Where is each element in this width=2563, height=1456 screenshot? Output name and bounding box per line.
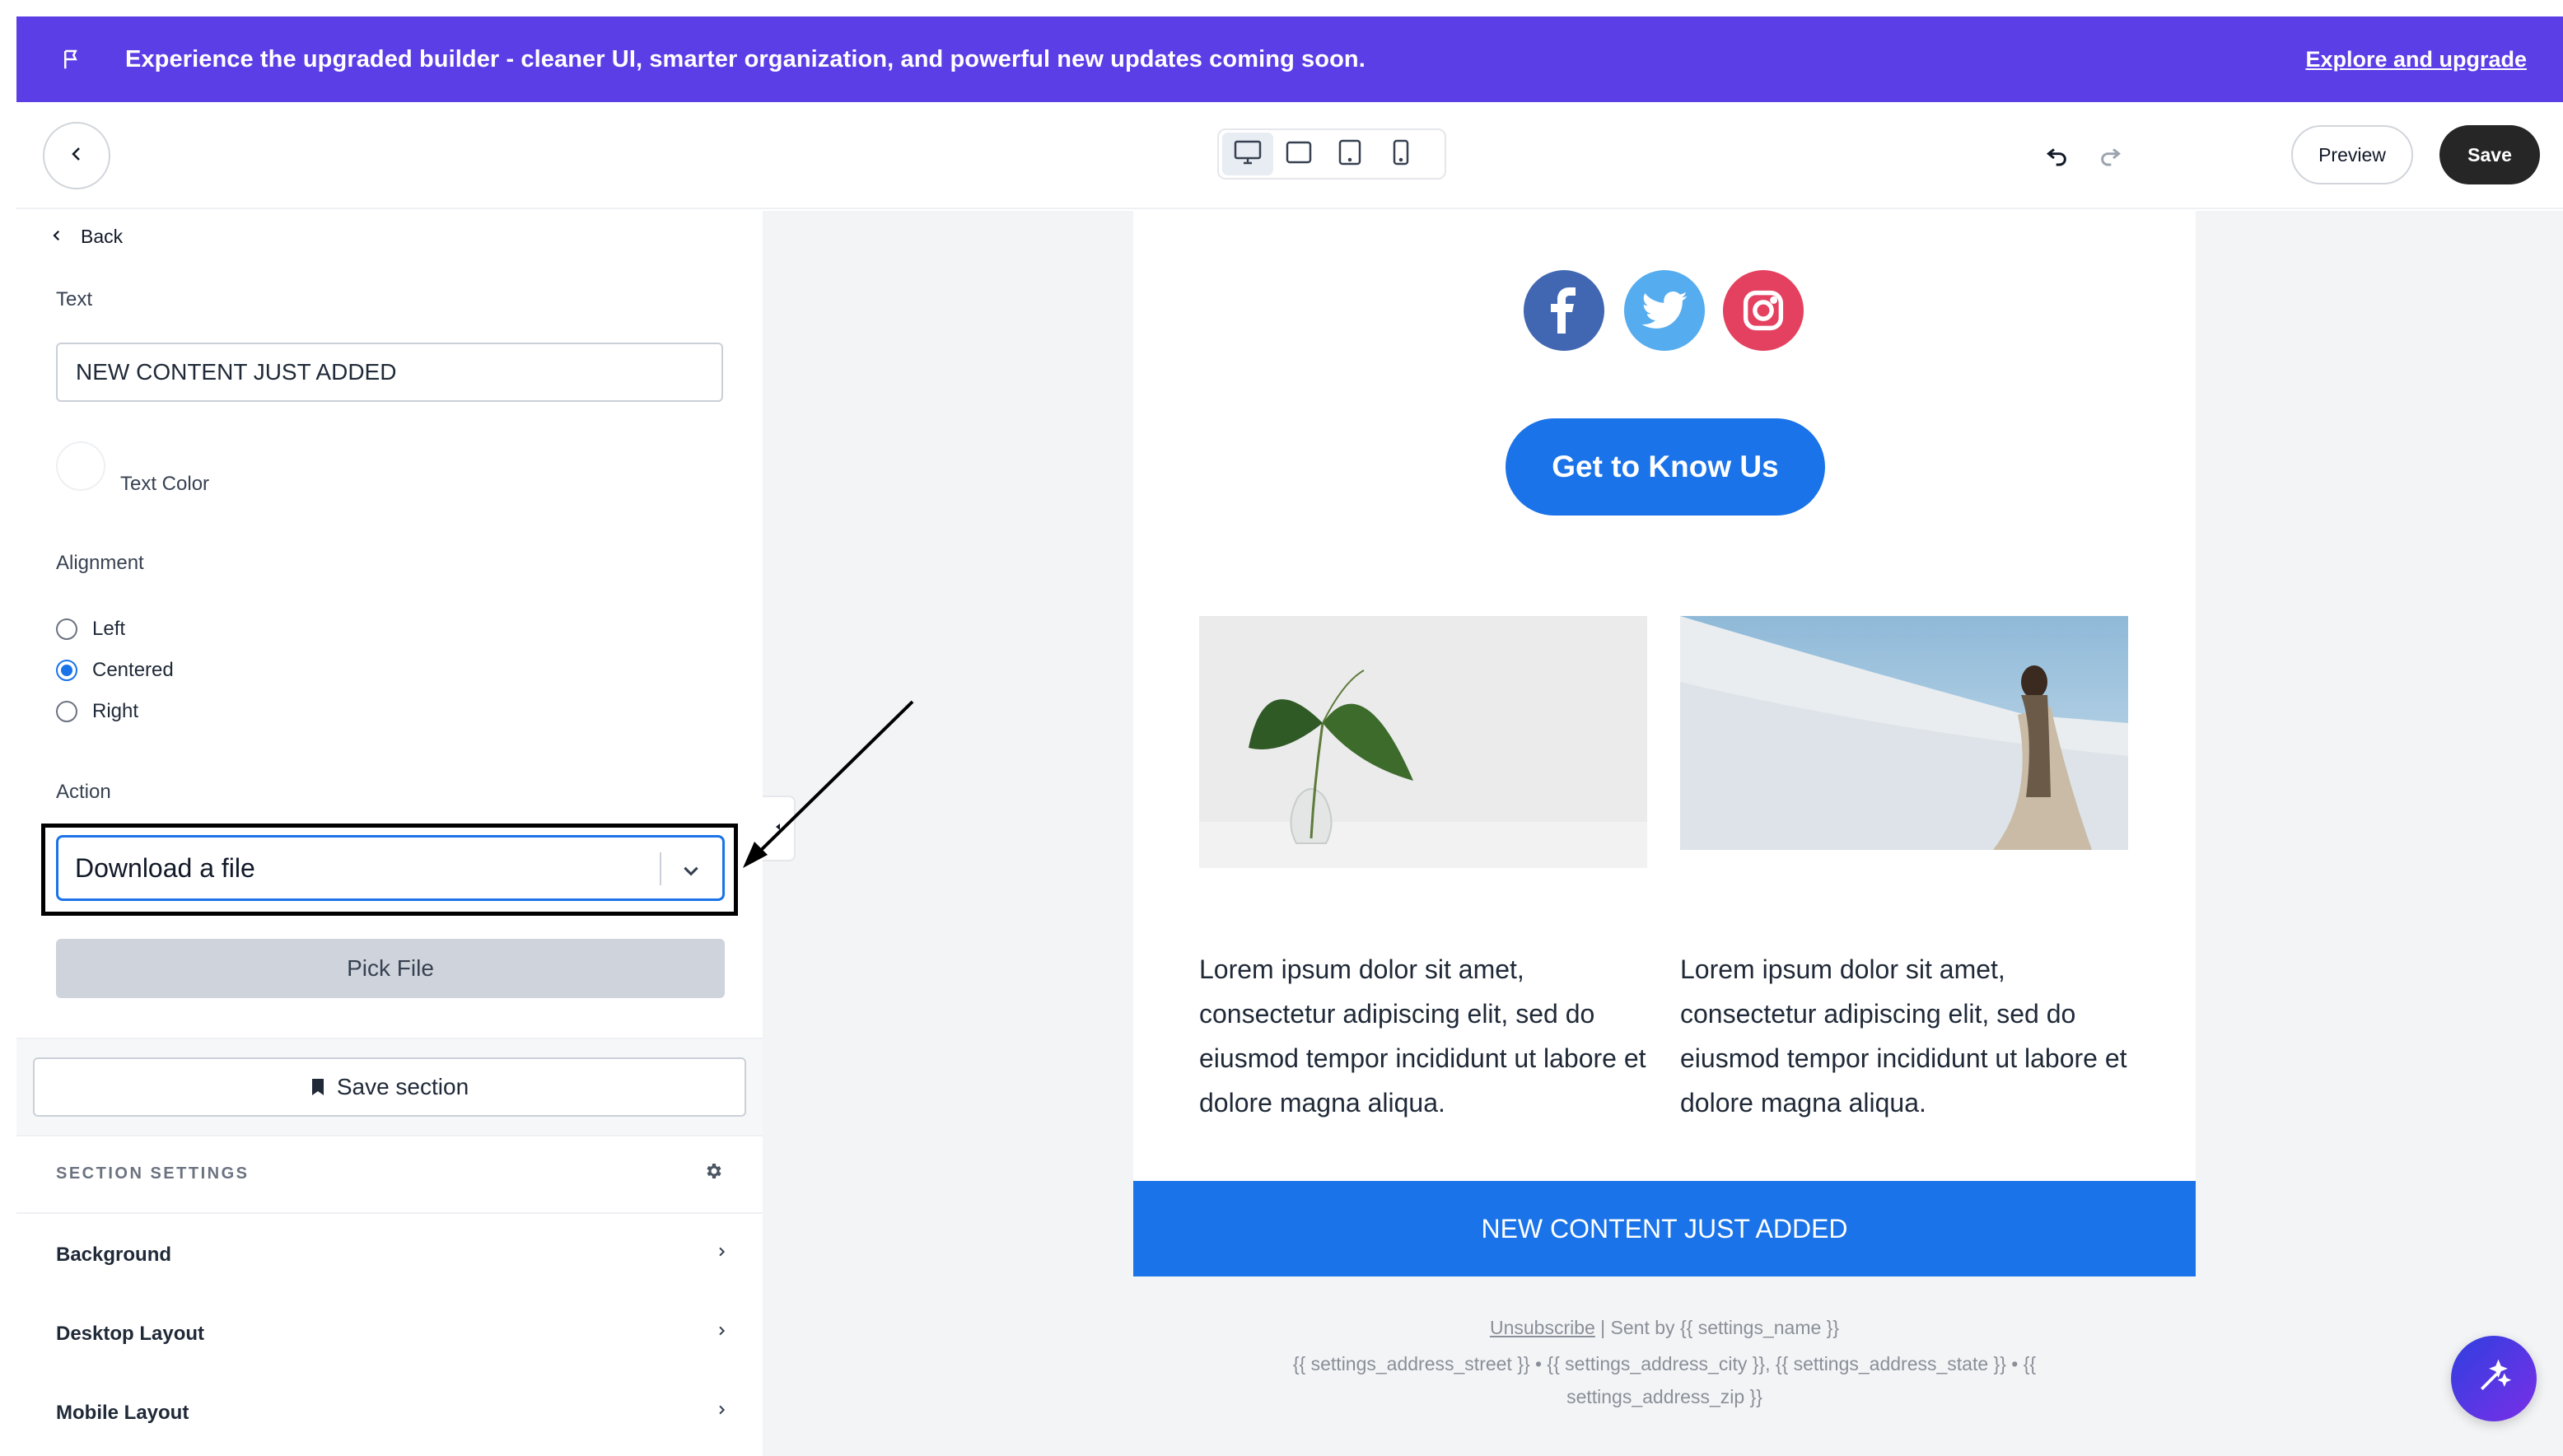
alignment-label: Alignment bbox=[56, 552, 144, 574]
desktop-icon bbox=[1234, 140, 1262, 169]
alignment-centered-label: Centered bbox=[92, 659, 174, 681]
sent-by-text: | Sent by {{ settings_name }} bbox=[1594, 1317, 1840, 1338]
mobile-view-button[interactable] bbox=[1375, 133, 1426, 175]
text-color-label: Text Color bbox=[120, 473, 210, 495]
action-select-value: Download a file bbox=[75, 852, 255, 883]
pick-file-button[interactable]: Pick File bbox=[56, 939, 725, 998]
woman-on-wall-image bbox=[1680, 616, 2128, 850]
redo-icon bbox=[2097, 142, 2123, 172]
tablet-icon bbox=[1338, 139, 1361, 170]
section-settings-header: SECTION SETTINGS bbox=[16, 1136, 763, 1214]
instagram-icon[interactable] bbox=[1723, 270, 1804, 351]
ai-assistant-button[interactable] bbox=[2451, 1336, 2537, 1421]
nav-mobile-layout-label: Mobile Layout bbox=[56, 1402, 189, 1424]
text-color-swatch[interactable] bbox=[56, 441, 105, 491]
nav-desktop-layout-label: Desktop Layout bbox=[56, 1323, 205, 1345]
bookmark-icon bbox=[310, 1078, 325, 1096]
action-label: Action bbox=[56, 781, 111, 803]
select-divider bbox=[660, 852, 661, 885]
twitter-icon[interactable] bbox=[1624, 270, 1705, 351]
desktop-view-button[interactable] bbox=[1222, 133, 1273, 175]
laptop-view-button[interactable] bbox=[1273, 133, 1324, 175]
explore-upgrade-link[interactable]: Explore and upgrade bbox=[2305, 47, 2527, 72]
banner-message: Experience the upgraded builder - cleane… bbox=[125, 45, 1366, 72]
save-section-label: Save section bbox=[336, 1074, 469, 1099]
alignment-left-label: Left bbox=[92, 618, 126, 640]
nav-background-label: Background bbox=[56, 1244, 172, 1266]
radio-right[interactable] bbox=[56, 701, 77, 722]
radio-left[interactable] bbox=[56, 618, 77, 640]
alignment-option-centered[interactable]: Centered bbox=[56, 659, 174, 682]
back-label: Back bbox=[81, 226, 124, 247]
facebook-icon[interactable] bbox=[1524, 270, 1604, 351]
chevron-down-icon[interactable] bbox=[675, 854, 707, 887]
properties-panel: Back Text NEW CONTENT JUST ADDED Text Co… bbox=[16, 209, 763, 1456]
email-footer: Unsubscribe | Sent by {{ settings_name }… bbox=[1133, 1309, 2196, 1415]
email-preview: Get to Know Us Lorem ipsum dolor sit ame… bbox=[1133, 211, 2196, 1276]
chevron-right-icon bbox=[715, 1323, 728, 1343]
footer-address-line-1: {{ settings_address_street }} • {{ setti… bbox=[1292, 1353, 2037, 1374]
chevron-left-icon bbox=[49, 226, 64, 248]
preview-button[interactable]: Preview bbox=[2291, 125, 2413, 184]
chevron-right-icon bbox=[715, 1244, 728, 1264]
save-section-button[interactable]: Save section bbox=[33, 1057, 746, 1117]
redo-button[interactable] bbox=[2090, 137, 2130, 176]
upgrade-banner: Experience the upgraded builder - cleane… bbox=[16, 16, 2563, 102]
alignment-right-label: Right bbox=[92, 700, 139, 722]
undo-button[interactable] bbox=[2038, 137, 2077, 176]
nav-item-background[interactable]: Background bbox=[16, 1216, 763, 1295]
laptop-icon bbox=[1286, 141, 1312, 168]
new-content-button-block[interactable]: NEW CONTENT JUST ADDED bbox=[1133, 1181, 2196, 1276]
mobile-icon bbox=[1392, 139, 1410, 170]
chevron-right-icon bbox=[715, 1402, 728, 1422]
undo-icon bbox=[2044, 142, 2070, 172]
builder-toolbar: Preview Save bbox=[16, 102, 2563, 209]
save-button[interactable]: Save bbox=[2439, 125, 2540, 184]
chevron-left-icon bbox=[67, 144, 86, 168]
annotation-arrow bbox=[743, 700, 914, 868]
action-select[interactable]: Download a file bbox=[56, 835, 725, 901]
sparkle-wand-icon bbox=[2476, 1359, 2512, 1399]
back-link[interactable]: Back bbox=[49, 226, 123, 248]
footer-line-1: Unsubscribe | Sent by {{ settings_name }… bbox=[1133, 1309, 2196, 1346]
paragraph-right: Lorem ipsum dolor sit amet, consectetur … bbox=[1680, 954, 2127, 1118]
flag-icon bbox=[56, 43, 89, 76]
text-label: Text bbox=[56, 288, 93, 310]
nav-item-desktop-layout[interactable]: Desktop Layout bbox=[16, 1295, 763, 1374]
section-settings-label: SECTION SETTINGS bbox=[56, 1164, 250, 1183]
plant-vase-image bbox=[1199, 616, 1647, 868]
alignment-option-left[interactable]: Left bbox=[56, 618, 125, 641]
exit-button[interactable] bbox=[43, 122, 110, 189]
alignment-option-right[interactable]: Right bbox=[56, 700, 138, 723]
paragraph-left: Lorem ipsum dolor sit amet, consectetur … bbox=[1199, 954, 1646, 1118]
nav-item-mobile-layout[interactable]: Mobile Layout bbox=[16, 1374, 763, 1453]
tablet-view-button[interactable] bbox=[1324, 133, 1375, 175]
radio-centered[interactable] bbox=[56, 660, 77, 681]
get-to-know-us-button[interactable]: Get to Know Us bbox=[1506, 418, 1825, 516]
device-switcher bbox=[1217, 128, 1446, 180]
gear-icon[interactable] bbox=[703, 1161, 723, 1185]
unsubscribe-link[interactable]: Unsubscribe bbox=[1490, 1317, 1595, 1338]
button-text-input[interactable]: NEW CONTENT JUST ADDED bbox=[56, 343, 723, 402]
footer-address-line-2: settings_address_zip }} bbox=[1566, 1386, 1762, 1407]
